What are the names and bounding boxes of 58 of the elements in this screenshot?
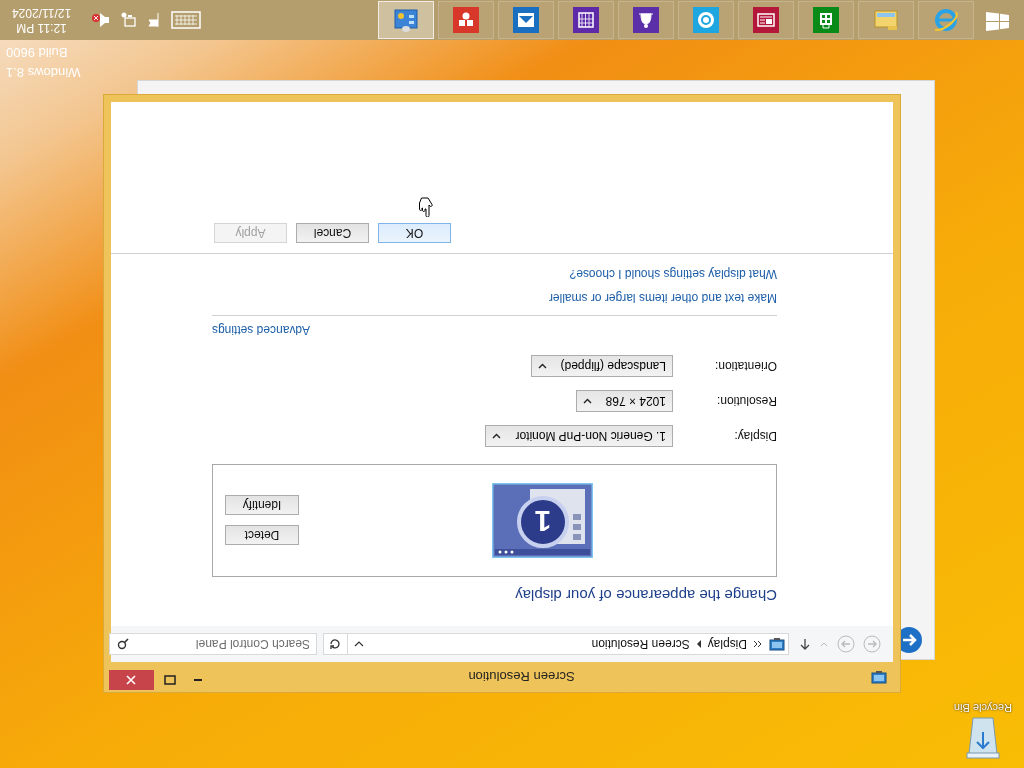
page-heading: Change the appearance of your display: [515, 587, 777, 604]
dropdown[interactable]: 1024 × 768: [575, 390, 673, 412]
maximize-icon: [164, 675, 176, 685]
taskbar-button[interactable]: [558, 1, 614, 39]
taskbar-button[interactable]: [498, 1, 554, 39]
setting-label: Display:: [733, 429, 777, 443]
browser-icon: [933, 7, 959, 33]
folder-icon: [873, 7, 899, 33]
bell-icon: [633, 7, 659, 33]
refresh-button[interactable]: [323, 633, 347, 655]
setting-label: Orientation:: [713, 359, 777, 373]
taskbar-button[interactable]: [738, 1, 794, 39]
taskbar-button[interactable]: [798, 1, 854, 39]
address-bar[interactable]: Display Screen Resolution: [347, 633, 789, 655]
watermark-text: Build 9600: [6, 44, 68, 62]
taskbar-button[interactable]: [618, 1, 674, 39]
recycle-bin-icon: [963, 716, 1003, 762]
caret-icon: [492, 433, 502, 439]
double-chevron-icon: [753, 640, 763, 648]
refresh-icon: [329, 638, 342, 650]
taskbar-button[interactable]: [438, 1, 494, 39]
chevron-icon: [695, 640, 702, 648]
search-field[interactable]: Search Control Panel: [109, 633, 317, 655]
shopping-bag-icon: [813, 7, 839, 33]
dropdown[interactable]: Landscape (flipped): [530, 355, 673, 377]
newspaper-icon: [753, 7, 779, 33]
monitor-icon: [871, 670, 887, 684]
circle-logo-icon: [693, 7, 719, 33]
link[interactable]: Advanced settings: [212, 323, 311, 337]
control-panel-icon: [393, 7, 419, 33]
dialog-button[interactable]: Cancel: [296, 223, 369, 243]
dropdown[interactable]: 1. Generic Non-PnP Monitor: [485, 425, 673, 447]
dialog-button[interactable]: OK: [378, 223, 451, 243]
link[interactable]: What display settings should I choose?: [569, 267, 777, 281]
caret-icon: [582, 398, 592, 404]
caret-icon: [354, 640, 364, 648]
keyboard-icon: [171, 11, 202, 29]
close-button[interactable]: [109, 670, 154, 690]
action-button[interactable]: Detect: [225, 525, 299, 546]
taskbar-button[interactable]: [378, 1, 434, 39]
minimize-icon: [194, 679, 202, 681]
caret-icon: [537, 363, 547, 369]
breadcrumb-item[interactable]: Screen Resolution: [591, 637, 690, 651]
calendar-icon: [573, 7, 599, 33]
monitor-drawing: 1: [492, 483, 593, 558]
link[interactable]: Make text and other items larger or smaller: [548, 291, 777, 305]
hand-cursor-icon: [419, 197, 433, 217]
window-title: Screen Resolution: [467, 669, 576, 685]
setting-label: Resolution:: [715, 394, 777, 408]
shapes-icon: [453, 7, 479, 33]
muted-speaker-icon: [91, 12, 112, 28]
action-button[interactable]: Identify: [225, 495, 299, 516]
breadcrumb-item[interactable]: Display: [707, 637, 747, 651]
watermark-text: Windows 8.1: [6, 64, 81, 82]
picture-icon: [513, 7, 539, 33]
monitor-icon: [769, 637, 785, 651]
caret-icon: [820, 641, 828, 647]
close-icon: [126, 675, 137, 685]
